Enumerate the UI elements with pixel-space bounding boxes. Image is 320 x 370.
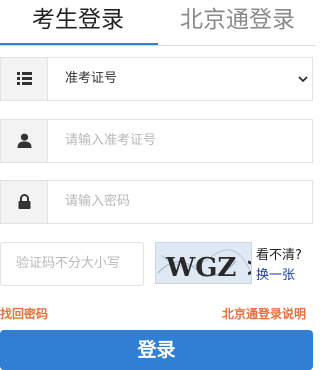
captcha-unclear-label: 看不清? (256, 248, 302, 263)
password-input: 请输入密码 (65, 194, 131, 209)
captcha-placeholder: 验证码不分大小写 (16, 256, 121, 271)
captcha-refresh-link[interactable]: 换一张 (256, 264, 295, 283)
captcha-image[interactable]: WGZ > (155, 242, 252, 284)
tab-candidate-login[interactable]: 考生登录 (32, 4, 124, 36)
id-type-selected: 准考证号 (65, 71, 118, 86)
tab-beijingtong-login[interactable]: 北京通登录 (180, 4, 295, 36)
list-icon (17, 72, 32, 85)
id-number-icon-box (1, 120, 48, 162)
id-type-select[interactable]: 准考证号 (0, 57, 313, 101)
tab-divider (0, 45, 316, 46)
lock-icon (18, 194, 31, 209)
id-number-field[interactable]: 请输入准考证号 (0, 119, 313, 163)
captcha-input[interactable]: 验证码不分大小写 (0, 242, 144, 286)
beijingtong-help-link[interactable]: 北京通登录说明 (222, 305, 306, 322)
forgot-password-link[interactable]: 找回密码 (0, 305, 48, 322)
login-tabs: 考生登录 北京通登录 (0, 0, 316, 46)
captcha-text: WGZ > (165, 253, 252, 283)
user-icon (17, 133, 32, 148)
captcha-graphic: WGZ > (157, 249, 252, 283)
password-field[interactable]: 请输入密码 (0, 180, 313, 224)
chevron-down-icon (298, 76, 308, 83)
id-type-icon-box (1, 58, 48, 100)
password-icon-box (1, 181, 48, 223)
login-button[interactable]: 登录 (0, 330, 313, 370)
id-number-input: 请输入准考证号 (65, 133, 157, 148)
